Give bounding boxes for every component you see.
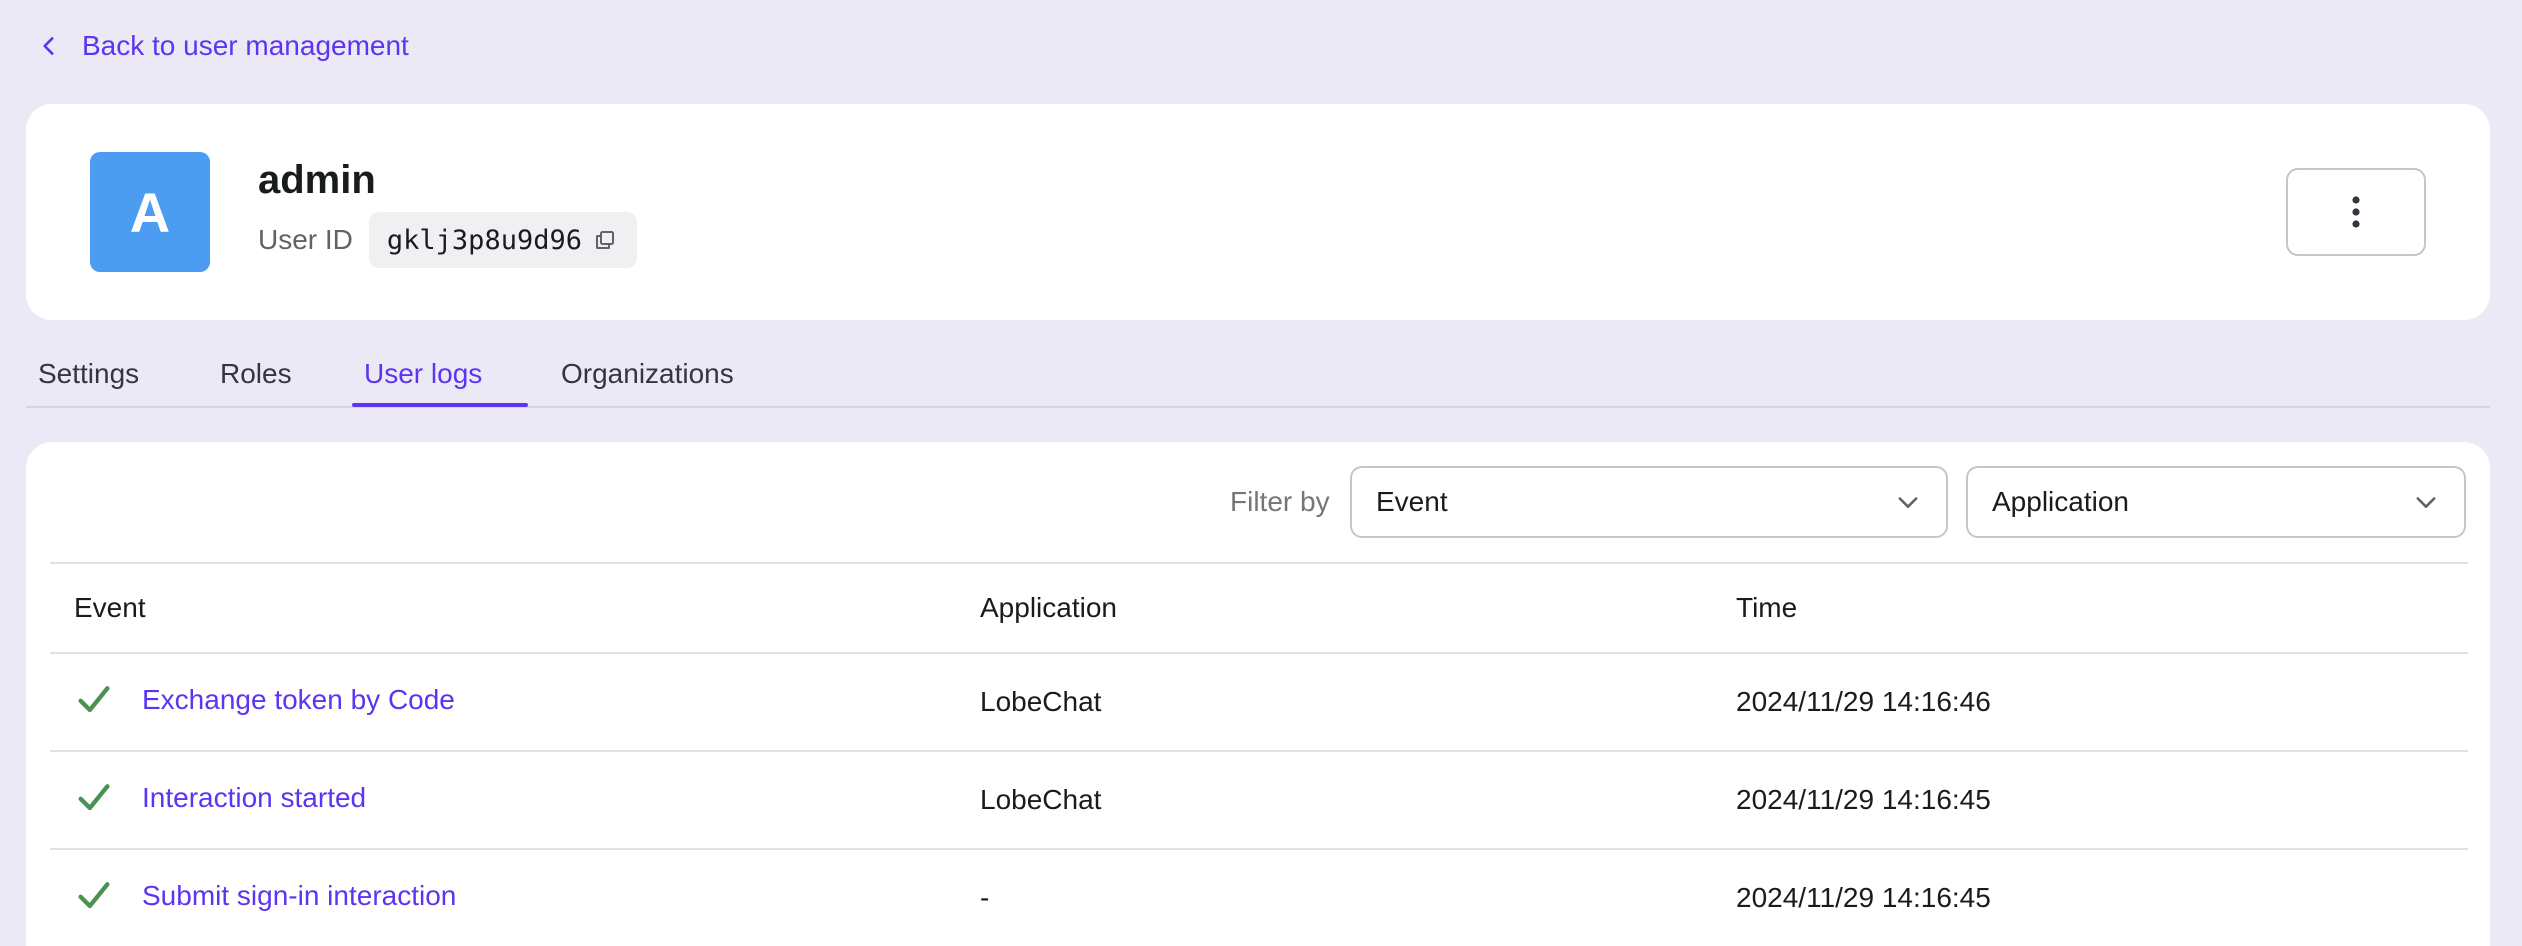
check-icon xyxy=(78,686,110,713)
copy-icon[interactable] xyxy=(593,228,617,252)
tab-settings[interactable]: Settings xyxy=(38,358,139,390)
tab-user-logs[interactable]: User logs xyxy=(364,358,482,390)
user-header-card: A admin User ID gklj3p8u9d96 xyxy=(26,104,2490,320)
tab-organizations[interactable]: Organizations xyxy=(561,358,734,390)
chevron-down-icon xyxy=(2416,497,2436,508)
event-link[interactable]: Submit sign-in interaction xyxy=(142,880,456,912)
table-row[interactable]: Exchange token by Code LobeChat 2024/11/… xyxy=(50,652,2468,750)
tab-roles[interactable]: Roles xyxy=(220,358,292,390)
application-filter-select[interactable]: Application xyxy=(1966,466,2466,538)
time-cell: 2024/11/29 14:16:45 xyxy=(1736,882,1991,913)
check-icon xyxy=(78,784,110,811)
time-cell: 2024/11/29 14:16:45 xyxy=(1736,784,1991,815)
application-cell: LobeChat xyxy=(980,784,1102,815)
table-header-row: Event Application Time xyxy=(50,562,2468,652)
back-link-label: Back to user management xyxy=(82,30,409,61)
avatar: A xyxy=(90,152,210,272)
application-cell: - xyxy=(980,882,990,913)
user-logs-table: Event Application Time Exchange token by… xyxy=(50,562,2468,946)
column-header-event: Event xyxy=(74,592,146,623)
table-row[interactable]: Interaction started LobeChat 2024/11/29 … xyxy=(50,750,2468,848)
event-cell: Submit sign-in interaction xyxy=(74,876,456,916)
filter-by-label: Filter by xyxy=(1230,486,1330,517)
check-icon xyxy=(78,882,110,909)
more-vertical-icon xyxy=(2352,196,2360,228)
event-link[interactable]: Interaction started xyxy=(142,782,366,814)
application-cell: LobeChat xyxy=(980,686,1102,717)
time-cell: 2024/11/29 14:16:46 xyxy=(1736,686,1991,717)
chevron-down-icon xyxy=(1898,497,1918,508)
more-options-button[interactable] xyxy=(2286,168,2426,256)
event-filter-value: Event xyxy=(1376,486,1448,517)
column-header-time: Time xyxy=(1736,592,1798,623)
user-name: admin xyxy=(258,158,376,202)
user-logs-card: Filter by Event Application Event Applic… xyxy=(26,442,2490,946)
chevron-left-icon xyxy=(43,37,54,55)
user-id-value: gklj3p8u9d96 xyxy=(386,224,582,256)
user-id-label: User ID xyxy=(258,224,353,255)
user-id-chip: gklj3p8u9d96 xyxy=(368,212,637,268)
event-link[interactable]: Exchange token by Code xyxy=(142,684,455,716)
column-header-application: Application xyxy=(980,592,1117,623)
tab-bar: Settings Roles User logs Organizations xyxy=(26,344,2490,408)
table-row[interactable]: Submit sign-in interaction - 2024/11/29 … xyxy=(50,848,2468,946)
back-to-user-management-link[interactable]: Back to user management xyxy=(36,30,409,62)
event-cell: Interaction started xyxy=(74,778,366,818)
user-id-row: User ID gklj3p8u9d96 xyxy=(258,212,637,268)
event-cell: Exchange token by Code xyxy=(74,680,455,720)
event-filter-select[interactable]: Event xyxy=(1350,466,1948,538)
active-tab-indicator xyxy=(352,403,528,407)
page: Back to user management A admin User ID … xyxy=(0,0,2522,946)
application-filter-value: Application xyxy=(1992,486,2129,517)
